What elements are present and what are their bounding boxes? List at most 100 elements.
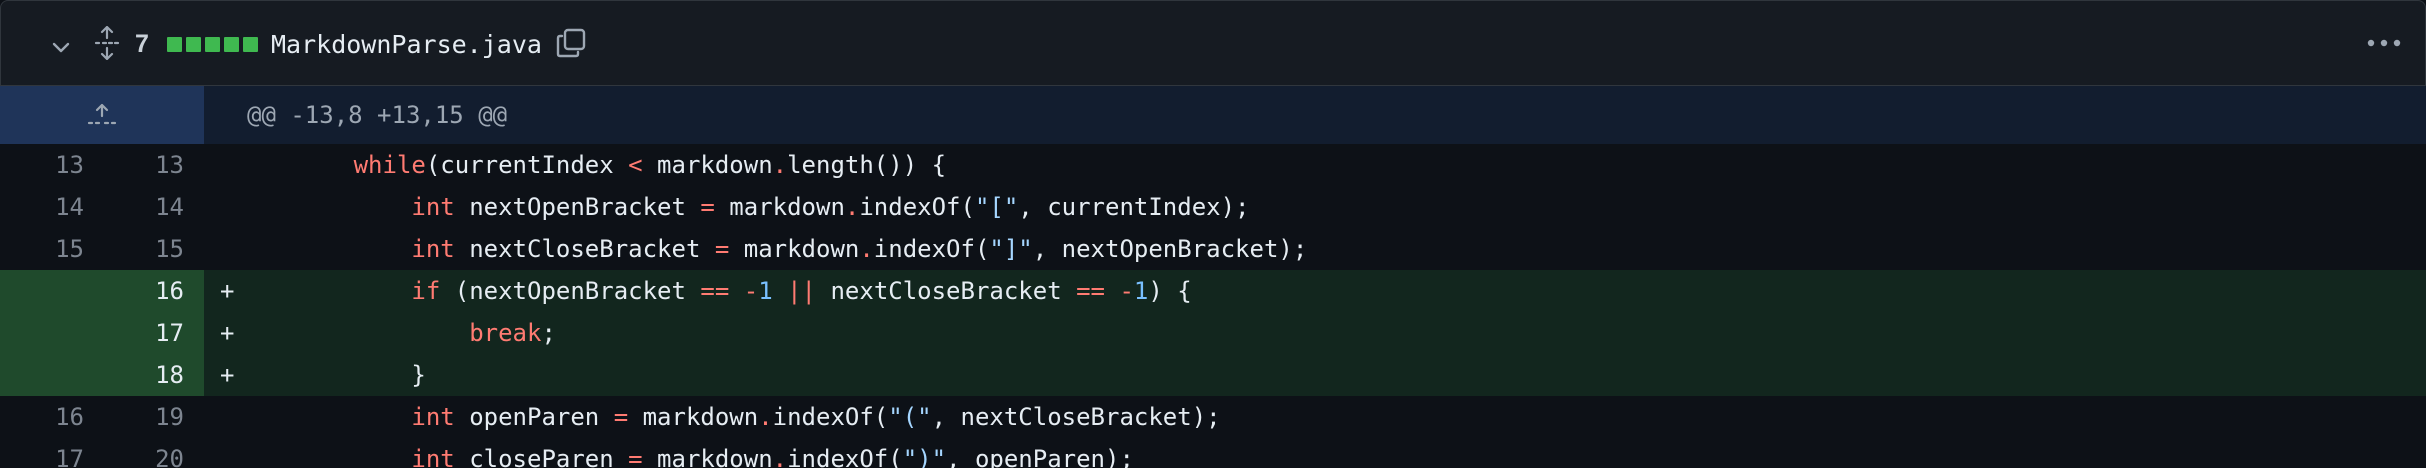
code-token: = <box>714 235 730 263</box>
code-content: int nextOpenBracket = markdown.indexOf("… <box>238 186 1249 228</box>
code-token: markdown <box>729 235 860 263</box>
code-token: break <box>469 319 542 347</box>
code-token: - <box>1119 277 1134 305</box>
code-content: break; <box>238 312 556 354</box>
code-token: markdown <box>714 193 845 221</box>
diff-marker: + <box>220 277 235 305</box>
diff-marker: + <box>220 361 235 389</box>
code-token: markdown <box>642 151 773 179</box>
code-token: == <box>700 277 730 305</box>
diff-line-added: 18 + } <box>0 354 2426 396</box>
new-line-number[interactable]: 14 <box>124 186 184 228</box>
new-line-number[interactable]: 16 <box>100 270 204 312</box>
code-content: if (nextOpenBracket == -1 || nextCloseBr… <box>238 270 1192 312</box>
code-token: = <box>628 445 643 468</box>
code-token: , nextCloseBracket); <box>931 403 1221 431</box>
code-token: "]" <box>989 235 1033 263</box>
diff-line-added: 16 + if (nextOpenBracket == -1 || nextClo… <box>0 270 2426 312</box>
code-token: indexOf( <box>859 193 975 221</box>
hunk-header-text: @@ -13,8 +13,15 @@ <box>247 101 508 129</box>
code-token: ; <box>541 319 556 347</box>
code-token: int <box>411 235 455 263</box>
code-token: . <box>859 235 874 263</box>
diff-line-context: 15 15 int nextCloseBracket = markdown.ind… <box>0 228 2426 270</box>
code-token: length()) { <box>787 151 947 179</box>
code-token: indexOf( <box>787 445 903 468</box>
expand-up-button[interactable] <box>0 86 204 144</box>
code-token: . <box>844 193 860 221</box>
diff-lines: 13 13 while(currentIndex < markdown.lengt… <box>0 144 2426 468</box>
hunk-header-row: @@ -13,8 +13,15 @@ <box>0 86 2426 144</box>
new-line-number[interactable]: 19 <box>124 396 184 438</box>
expand-up-icon <box>87 103 117 125</box>
old-line-number[interactable]: 16 <box>24 396 84 438</box>
diffstat-added-block <box>205 36 220 52</box>
chevron-down-icon <box>52 42 70 53</box>
copy-path-button[interactable] <box>551 23 591 63</box>
code-token: , currentIndex); <box>1018 193 1250 221</box>
collapse-file-button[interactable] <box>41 27 81 67</box>
new-line-number[interactable]: 13 <box>124 144 184 186</box>
code-token: nextOpenBracket <box>454 193 701 221</box>
code-token: . <box>758 403 773 431</box>
new-line-number[interactable]: 17 <box>100 312 204 354</box>
old-line-number[interactable] <box>0 354 100 396</box>
old-line-number[interactable] <box>0 312 100 354</box>
code-token: while <box>353 151 426 179</box>
code-token: , nextOpenBracket); <box>1032 235 1308 263</box>
code-content: int nextCloseBracket = markdown.indexOf(… <box>238 228 1307 270</box>
diffstat-added-block <box>243 36 258 52</box>
old-line-number[interactable]: 14 <box>24 186 84 228</box>
code-token: nextCloseBracket <box>454 235 715 263</box>
code-token: 1 <box>1133 277 1149 305</box>
new-line-number[interactable]: 15 <box>124 228 184 270</box>
diff-line-added: 17 + break; <box>0 312 2426 354</box>
code-token: (currentIndex <box>425 151 629 179</box>
diff-line-context: 17 20 int closeParen = markdown.indexOf("… <box>0 438 2426 468</box>
file-header: 7 MarkdownParse.java <box>0 0 2426 86</box>
code-token: . <box>772 151 788 179</box>
new-line-number[interactable]: 18 <box>100 354 204 396</box>
code-token: nextCloseBracket <box>816 277 1077 305</box>
code-token: int <box>411 193 455 221</box>
code-token: ")" <box>902 445 947 468</box>
code-token: } <box>238 361 426 389</box>
code-token: markdown <box>642 445 773 468</box>
code-token: ) { <box>1148 277 1192 305</box>
code-token: (nextOpenBracket <box>440 277 701 305</box>
expand-all-button[interactable] <box>87 23 127 63</box>
diff-marker: + <box>220 319 235 347</box>
change-count: 7 <box>135 29 149 58</box>
code-token: == <box>1076 277 1106 305</box>
code-content: int closeParen = markdown.indexOf(")", o… <box>238 438 1134 468</box>
diff-line-context: 16 19 int openParen = markdown.indexOf("(… <box>0 396 2426 438</box>
code-content: int openParen = markdown.indexOf("(", ne… <box>238 396 1221 438</box>
old-line-number[interactable]: 17 <box>24 438 84 468</box>
code-token: 1 <box>758 277 773 305</box>
code-content: } <box>238 354 426 396</box>
code-token: indexOf( <box>873 235 990 263</box>
diffstat-added-block <box>186 36 201 52</box>
code-token: int <box>411 403 455 431</box>
copy-icon <box>556 28 586 58</box>
code-token: int <box>411 445 455 468</box>
code-token: markdown <box>628 403 759 431</box>
code-token: - <box>743 277 759 305</box>
diffstat-added-block <box>224 36 239 52</box>
new-line-number[interactable]: 20 <box>124 438 184 468</box>
old-line-number[interactable]: 15 <box>24 228 84 270</box>
code-token: = <box>700 193 715 221</box>
old-line-number[interactable]: 13 <box>24 144 84 186</box>
diff-file-view: 7 MarkdownParse.java @@ -13,8 +13,15 @@ <box>0 0 2426 468</box>
file-options-menu-button[interactable] <box>2361 23 2407 63</box>
old-line-number[interactable] <box>0 270 100 312</box>
code-token: , openParen); <box>946 445 1134 468</box>
file-name-link[interactable]: MarkdownParse.java <box>271 25 542 63</box>
code-token: closeParen <box>454 445 629 468</box>
